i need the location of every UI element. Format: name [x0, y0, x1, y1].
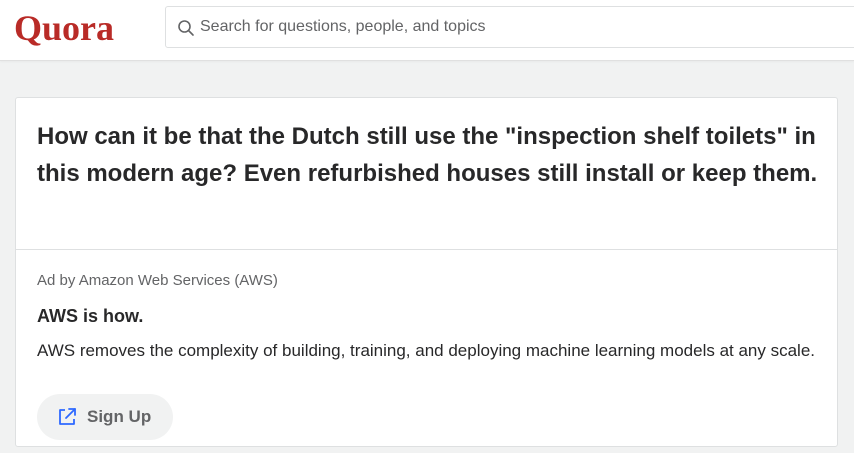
search-bar[interactable] — [165, 6, 854, 48]
external-link-icon — [56, 406, 78, 428]
ad-attribution[interactable]: Ad by Amazon Web Services (AWS) — [37, 272, 278, 289]
quora-logo[interactable]: Quora — [14, 6, 114, 50]
ad-body-text: AWS removes the complexity of building, … — [37, 341, 816, 360]
question-title[interactable]: How can it be that the Dutch still use t… — [37, 118, 827, 192]
ad-title[interactable]: AWS is how. — [37, 306, 143, 327]
search-input[interactable] — [200, 13, 840, 41]
search-icon — [177, 19, 195, 37]
question-card: How can it be that the Dutch still use t… — [15, 97, 838, 447]
sign-up-button[interactable]: Sign Up — [37, 394, 173, 440]
divider — [16, 249, 837, 250]
top-navigation-bar: Quora — [0, 0, 854, 61]
sign-up-label: Sign Up — [87, 407, 152, 426]
